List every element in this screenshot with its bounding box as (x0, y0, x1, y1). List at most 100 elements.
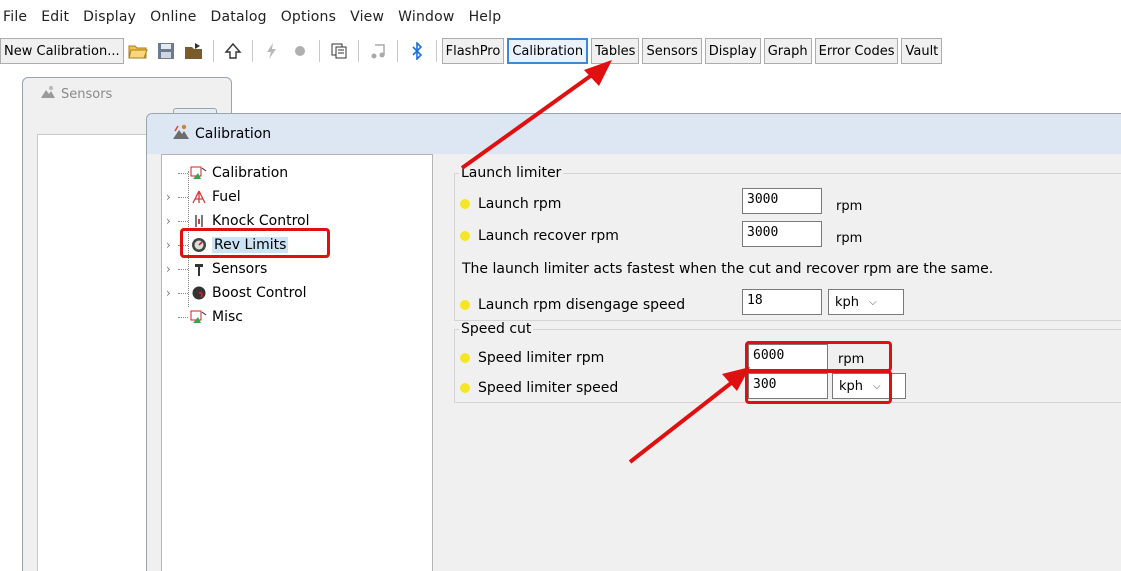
tree-item-calibration[interactable]: Calibration (166, 165, 288, 181)
record-icon[interactable] (289, 40, 311, 62)
rev-limits-icon (190, 237, 208, 253)
speed-limiter-rpm-input[interactable]: 6000 (748, 344, 828, 370)
open-folder-icon[interactable] (127, 40, 149, 62)
speed-limiter-speed-unit: kph (839, 378, 864, 394)
menu-online[interactable]: Online (150, 9, 196, 25)
knock-icon (190, 213, 208, 229)
menu-help[interactable]: Help (469, 9, 502, 25)
tab-flashpro[interactable]: FlashPro (441, 38, 505, 64)
settings-panel: Launch limiter Launch rpm 3000 rpm Launc… (446, 154, 1121, 571)
disengage-speed-unit-select[interactable]: kph ⌵ (828, 289, 904, 315)
sensors-title-text: Sensors (61, 86, 113, 102)
menu-options[interactable]: Options (281, 9, 336, 25)
bullet-icon (460, 231, 470, 241)
tab-tables[interactable]: Tables (591, 38, 640, 64)
sensors-window-title: Sensors (39, 84, 112, 104)
disengage-speed-unit: kph (835, 294, 860, 310)
launch-recover-rpm-label: Launch recover rpm (478, 228, 619, 244)
tree-item-knock-control[interactable]: › Knock Control (166, 213, 309, 229)
launch-rpm-input[interactable]: 3000 (742, 188, 822, 214)
expand-icon[interactable]: › (166, 286, 178, 300)
tree-item-label: Fuel (212, 189, 241, 205)
menu-window[interactable]: Window (398, 9, 454, 25)
menu-edit[interactable]: Edit (41, 9, 69, 25)
tab-sensors[interactable]: Sensors (642, 38, 702, 64)
menu-file[interactable]: File (3, 9, 27, 25)
speed-limiter-speed-row: Speed limiter speed (460, 380, 618, 396)
launch-recover-rpm-unit: rpm (836, 231, 863, 246)
speed-limiter-speed-unit-select[interactable]: kph ⌵ (832, 373, 906, 399)
disengage-speed-row: Launch rpm disengage speed (460, 297, 685, 313)
tab-vault[interactable]: Vault (901, 38, 943, 64)
open-file-icon[interactable] (183, 40, 205, 62)
toolbar-separator (396, 40, 398, 62)
misc-icon (190, 309, 208, 325)
launch-recover-rpm-row: Launch recover rpm (460, 228, 619, 244)
copy-icon[interactable] (328, 40, 350, 62)
tab-calibration[interactable]: Calibration (507, 38, 589, 64)
tree-item-label: Misc (212, 309, 243, 325)
launch-rpm-label: Launch rpm (478, 196, 562, 212)
toolbar-separator (251, 40, 253, 62)
speed-limiter-speed-label: Speed limiter speed (478, 380, 619, 396)
tree-item-boost-control[interactable]: › Boost Control (166, 285, 307, 301)
save-icon[interactable] (155, 40, 177, 62)
launch-rpm-unit: rpm (836, 199, 863, 214)
tree-item-sensors[interactable]: › Sensors (166, 261, 267, 277)
calibration-tree: Calibration › Fuel › Knock Control › Rev (161, 154, 433, 571)
launch-rpm-row: Launch rpm (460, 196, 561, 212)
tree-item-label: Calibration (212, 165, 289, 181)
toolbar-separator (435, 40, 437, 62)
lightning-icon[interactable] (261, 40, 283, 62)
menu-display[interactable]: Display (83, 9, 136, 25)
expand-icon[interactable]: › (166, 214, 178, 228)
sensors-icon (39, 84, 57, 104)
tree-item-misc[interactable]: Misc (166, 309, 243, 325)
calibration-window: Calibration Calibration › Fuel › Knock C… (146, 113, 1121, 571)
calibration-titlebar[interactable]: Calibration (147, 114, 1121, 154)
toolbar-separator (318, 40, 320, 62)
toolbar-separator (212, 40, 214, 62)
fuel-icon (190, 189, 208, 205)
tree-item-label: Boost Control (212, 285, 307, 301)
boost-icon (190, 285, 208, 301)
menu-bar: File Edit Display Online Datalog Options… (0, 0, 1121, 34)
music-note-icon[interactable] (367, 40, 389, 62)
calibration-window-icon (171, 123, 191, 145)
tree-item-label: Sensors (212, 261, 268, 277)
tab-graph[interactable]: Graph (763, 38, 812, 64)
sensors-icon (190, 261, 208, 277)
disengage-speed-label: Launch rpm disengage speed (478, 297, 686, 313)
launch-limiter-note: The launch limiter acts fastest when the… (462, 261, 994, 277)
speed-limiter-rpm-label: Speed limiter rpm (478, 350, 605, 366)
speed-limiter-speed-input[interactable]: 300 (748, 373, 828, 399)
tab-display[interactable]: Display (704, 38, 761, 64)
tree-item-fuel[interactable]: › Fuel (166, 189, 241, 205)
disengage-speed-input[interactable]: 18 (742, 289, 822, 315)
launch-limiter-title: Launch limiter (459, 165, 564, 181)
bullet-icon (460, 300, 470, 310)
calibration-icon (190, 165, 208, 181)
bullet-icon (460, 199, 470, 209)
bullet-icon (460, 383, 470, 393)
toolbar-separator (357, 40, 359, 62)
toolbar: New Calibration... FlashPro Calibration … (0, 35, 1121, 67)
menu-view[interactable]: View (350, 9, 384, 25)
upload-arrow-icon[interactable] (222, 40, 244, 62)
expand-icon[interactable]: › (166, 238, 178, 252)
tree-item-label: Knock Control (212, 213, 310, 229)
bullet-icon (460, 353, 470, 363)
speed-cut-title: Speed cut (459, 321, 534, 337)
launch-recover-rpm-input[interactable]: 3000 (742, 221, 822, 247)
chevron-down-icon: ⌵ (873, 380, 881, 392)
menu-datalog[interactable]: Datalog (211, 9, 267, 25)
tab-error-codes[interactable]: Error Codes (814, 38, 899, 64)
calibration-window-title: Calibration (195, 126, 272, 142)
expand-icon[interactable]: › (166, 262, 178, 276)
speed-limiter-rpm-unit: rpm (838, 352, 865, 367)
new-calibration-button[interactable]: New Calibration... (0, 38, 124, 64)
tree-item-rev-limits[interactable]: › Rev Limits (166, 237, 289, 253)
speed-limiter-rpm-row: Speed limiter rpm (460, 350, 604, 366)
expand-icon[interactable]: › (166, 190, 178, 204)
bluetooth-icon[interactable] (406, 40, 428, 62)
